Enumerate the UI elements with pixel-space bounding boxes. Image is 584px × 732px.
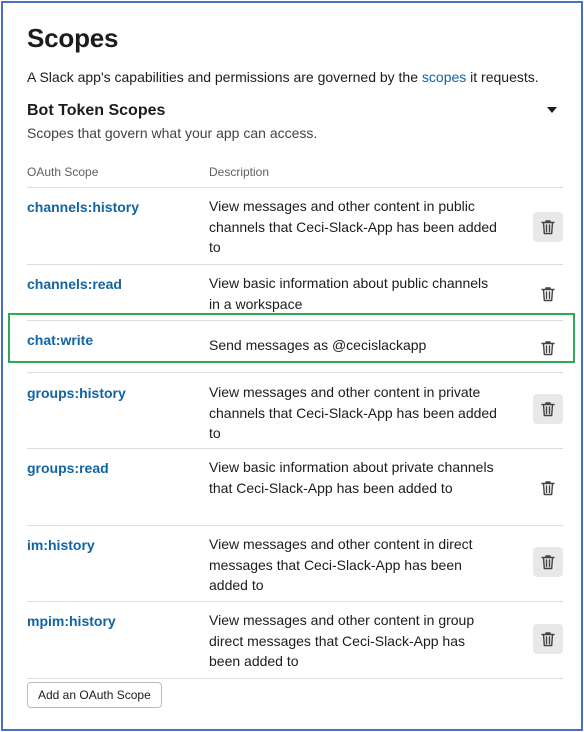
section-subtitle: Scopes that govern what your app can acc… xyxy=(27,125,318,141)
scope-description: Send messages as @cecislackapp xyxy=(209,337,427,353)
scope-name[interactable]: mpim:history xyxy=(27,613,116,629)
page-title: Scopes xyxy=(27,23,119,53)
trash-icon xyxy=(541,287,555,302)
delete-scope-button[interactable] xyxy=(533,394,563,424)
scope-name[interactable]: channels:history xyxy=(27,199,139,215)
table-row: groups:read View basic information about… xyxy=(27,449,563,526)
intro-text: A Slack app's capabilities and permissio… xyxy=(27,69,422,85)
trash-icon xyxy=(541,632,555,647)
scope-description: View messages and other content in priva… xyxy=(209,384,497,441)
scopes-panel: Scopes A Slack app's capabilities and pe… xyxy=(1,1,583,731)
delete-scope-button[interactable] xyxy=(533,333,563,363)
trash-icon xyxy=(541,402,555,417)
delete-scope-button[interactable] xyxy=(533,473,563,503)
delete-scope-button[interactable] xyxy=(533,547,563,577)
add-oauth-scope-button[interactable]: Add an OAuth Scope xyxy=(27,682,162,708)
scope-description: View messages and other content in group… xyxy=(209,612,475,669)
delete-scope-button[interactable] xyxy=(533,279,563,309)
trash-icon xyxy=(541,555,555,570)
scope-name[interactable]: chat:write xyxy=(27,332,93,348)
table-row: mpim:history View messages and other con… xyxy=(27,602,563,679)
scopes-link[interactable]: scopes xyxy=(422,69,466,85)
trash-icon xyxy=(541,220,555,235)
trash-icon xyxy=(541,341,555,356)
table-row: im:history View messages and other conte… xyxy=(27,526,563,602)
scope-name[interactable]: channels:read xyxy=(27,276,122,292)
table-row: chat:write Send messages as @cecislackap… xyxy=(27,321,563,373)
table-row: channels:history View messages and other… xyxy=(27,188,563,265)
scope-name[interactable]: im:history xyxy=(27,537,95,553)
scope-description: View basic information about public chan… xyxy=(209,275,489,312)
scope-name[interactable]: groups:history xyxy=(27,385,126,401)
intro-text-end: it requests. xyxy=(466,69,539,85)
column-header-description: Description xyxy=(209,165,270,179)
scope-name[interactable]: groups:read xyxy=(27,460,109,476)
delete-scope-button[interactable] xyxy=(533,212,563,242)
trash-icon xyxy=(541,481,555,496)
delete-scope-button[interactable] xyxy=(533,624,563,654)
scopes-intro: A Slack app's capabilities and permissio… xyxy=(27,69,539,85)
table-row: channels:read View basic information abo… xyxy=(27,265,563,321)
section-title: Bot Token Scopes xyxy=(27,102,166,119)
scope-table: channels:history View messages and other… xyxy=(27,188,563,679)
column-header-scope: OAuth Scope xyxy=(27,165,99,179)
caret-down-icon[interactable] xyxy=(547,107,557,113)
scope-description: View messages and other content in direc… xyxy=(209,536,473,593)
scope-description: View basic information about private cha… xyxy=(209,459,494,496)
table-row: groups:history View messages and other c… xyxy=(27,373,563,449)
table-header: OAuth Scope Description xyxy=(27,165,563,188)
scope-description: View messages and other content in publi… xyxy=(209,198,497,255)
